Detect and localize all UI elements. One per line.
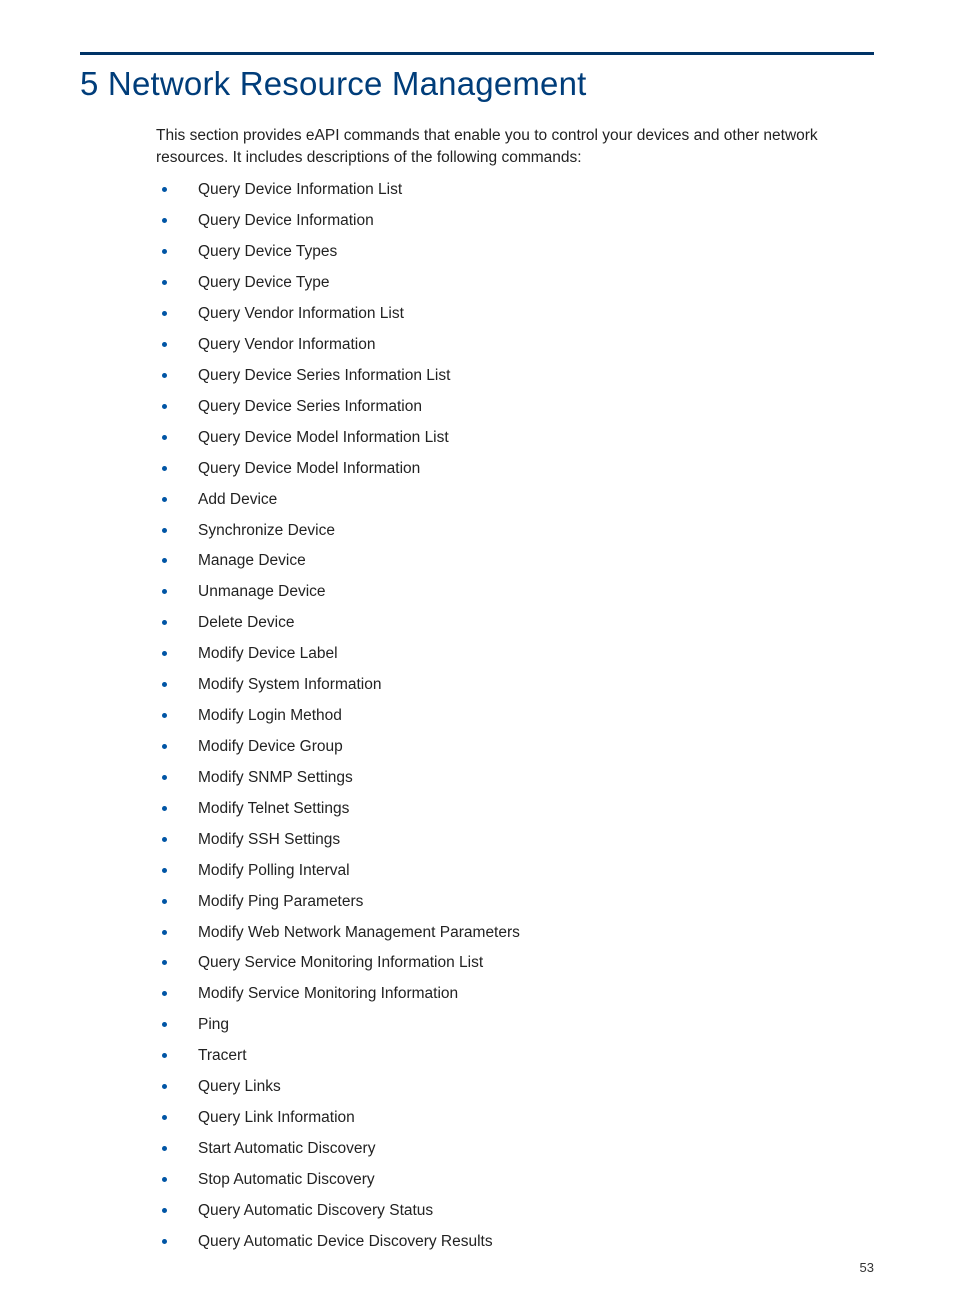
section-heading: 5 Network Resource Management	[80, 65, 874, 103]
command-list-item: Modify Polling Interval	[156, 861, 874, 882]
command-list-item: Stop Automatic Discovery	[156, 1170, 874, 1191]
command-list-item: Modify Login Method	[156, 706, 874, 727]
command-list-item: Modify Service Monitoring Information	[156, 984, 874, 1005]
command-list-item: Start Automatic Discovery	[156, 1139, 874, 1160]
command-list-item: Modify SNMP Settings	[156, 768, 874, 789]
command-list-item: Query Vendor Information	[156, 335, 874, 356]
document-page: 5 Network Resource Management This secti…	[0, 0, 954, 1303]
command-list-item: Modify Telnet Settings	[156, 799, 874, 820]
command-list-item: Query Device Model Information	[156, 459, 874, 480]
command-list-item: Query Device Types	[156, 242, 874, 263]
command-list-item: Query Vendor Information List	[156, 304, 874, 325]
command-list: Query Device Information List Query Devic…	[156, 180, 874, 1252]
command-list-item: Add Device	[156, 490, 874, 511]
command-list-item: Modify Web Network Management Parameters	[156, 923, 874, 944]
command-list-item: Modify Ping Parameters	[156, 892, 874, 913]
command-list-item: Unmanage Device	[156, 582, 874, 603]
command-list-item: Query Automatic Discovery Status	[156, 1201, 874, 1222]
command-list-item: Modify System Information	[156, 675, 874, 696]
command-list-item: Query Device Type	[156, 273, 874, 294]
command-list-item: Modify Device Label	[156, 644, 874, 665]
command-list-item: Ping	[156, 1015, 874, 1036]
intro-paragraph: This section provides eAPI commands that…	[156, 125, 874, 168]
command-list-item: Query Link Information	[156, 1108, 874, 1129]
command-list-item: Query Device Information	[156, 211, 874, 232]
top-horizontal-rule	[80, 52, 874, 55]
command-list-item: Query Device Series Information List	[156, 366, 874, 387]
command-list-item: Query Links	[156, 1077, 874, 1098]
command-list-item: Query Automatic Device Discovery Results	[156, 1232, 874, 1253]
command-list-item: Query Device Model Information List	[156, 428, 874, 449]
command-list-item: Query Device Information List	[156, 180, 874, 201]
body-block: This section provides eAPI commands that…	[80, 125, 874, 1253]
page-number: 53	[860, 1260, 874, 1275]
command-list-item: Synchronize Device	[156, 521, 874, 542]
command-list-item: Query Device Series Information	[156, 397, 874, 418]
command-list-item: Delete Device	[156, 613, 874, 634]
command-list-item: Modify SSH Settings	[156, 830, 874, 851]
command-list-item: Tracert	[156, 1046, 874, 1067]
command-list-item: Modify Device Group	[156, 737, 874, 758]
command-list-item: Query Service Monitoring Information Lis…	[156, 953, 874, 974]
command-list-item: Manage Device	[156, 551, 874, 572]
